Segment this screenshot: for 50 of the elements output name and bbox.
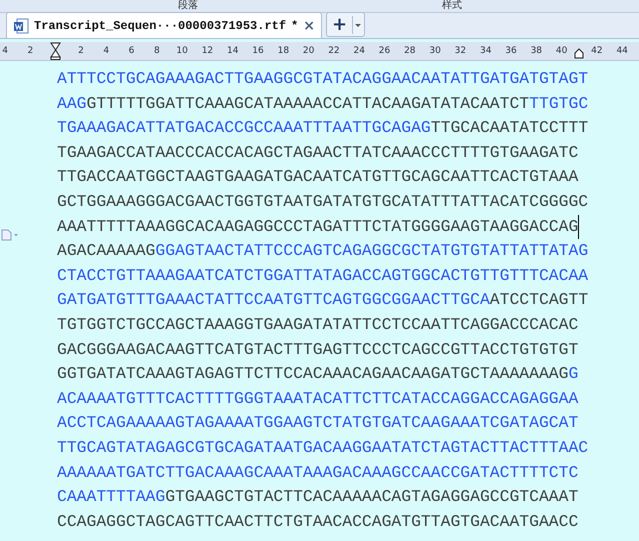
close-button[interactable]: × (303, 18, 315, 34)
sequence-line: ACCTCAGAAAAAGTAGAAAATGGAAGTCTATGTGATCAAGAAATCGATAGCAT (57, 412, 578, 434)
ruler-number: 22 (327, 46, 341, 56)
sequence-line: ATTTCCTGCAGAAAGACTTGAAGGCGTATACAGGAACAATATTGATGATGTAGT (57, 68, 588, 90)
sequence-line: CTACCTGTTAAAGAATCATCTGGATTATAGACCAGTGGCACTGTTGTTTCACAA (57, 264, 588, 287)
ruler-number: 16 (251, 46, 265, 56)
document-tab[interactable]: Transcript_Sequen···00000371953.rtf * × (6, 12, 322, 38)
ruler-number: 26 (378, 46, 392, 56)
sequence-line: GACGGGAAGACAAGTTCATGTACTTTGAGTTCCCTCAGCCGTTACCTGTGTGT (57, 338, 578, 361)
sequence-line: TTGACCAATGGCTAAGTGAAGATGACAATCATGTTGCAGCAATTCACTGTAAA (57, 166, 578, 188)
ruler-number: 38 (530, 46, 544, 56)
ruler-number: 2 (77, 46, 85, 56)
ruler-number: 4 (1, 46, 9, 56)
sequence-line: AAATTTTTAAAGGCACAAGAGGCCCTAGATTTCTATGGGGAAGTAAGGACCAG (57, 214, 580, 240)
sequence-line: TGAAAGACATTATGACACCGCCAAATTTAATTGCAGAGTTGCACAATATCCTTT (57, 117, 588, 140)
ruler-number: 2 (26, 46, 34, 56)
ribbon-group-label: 样式 (442, 0, 462, 12)
ruler-number: 12 (200, 46, 214, 56)
ruler-number: 30 (428, 46, 442, 56)
ruler-number: 18 (276, 46, 290, 56)
ruler-number: 42 (590, 46, 604, 56)
ruler-number: 44 (615, 46, 629, 56)
ruler-number: 10 (175, 46, 189, 56)
ruler-number: 36 (504, 46, 518, 56)
ruler-number: 40 (554, 46, 568, 56)
ruler-number: 32 (454, 46, 468, 56)
ruler-number: 8 (152, 46, 161, 56)
modified-mark: * (291, 18, 298, 32)
sequence-line: AAGGTTTTTGGATTCAAAGCATAAAAACCATTACAAGATATACAATCTTTGTGC (57, 92, 588, 115)
sequence-line: TGTGGTCTGCCAGCTAAAGGTGAAGATATATTCCTCCAATTCAGGACCCACAC (57, 314, 578, 336)
document-icon (13, 18, 29, 34)
sequence-line: GGTGATATCAAAGTAGAGTTCTTCCACAAACAGAACAAGATGCTAAAAAAAGG (57, 363, 578, 386)
sequence-line: CCAGAGGCTAGCAGTTCAACTTCTGTAACACCAGATGTTAGTGACAATGAACC (57, 510, 578, 533)
ruler-number: 14 (226, 46, 240, 56)
ruler-number: 6 (128, 46, 136, 56)
sequence-line: TGAAGACCATAACCCACCACAGCTAGAACTTATCAAACCCTTTTGTGAAGATC (57, 142, 578, 164)
sequence-line: GCTGGAAAGGGACGAACTGGTGTAATGATATGTGCATATTTATTACATCGGGGC (57, 190, 588, 213)
ruler-number: 34 (478, 46, 492, 56)
sequence-line: GATGATGTTTGAAACTATTCCAATGTTCAGTGGCGGAACTTGCAATCCTCAGTT (57, 289, 588, 312)
tab-title: Transcript_Sequen···00000371953.rtf (34, 18, 286, 32)
sequence-line: TTGCAGTATAGAGCGTGCAGATAATGACAAGGAATATCTAGTACTTACTTTAAC (57, 436, 588, 459)
sequence-line: AAAAAATGATCTTGACAAAGCAAATAAAGACAAAGCCAACCGATACTTTTCTC (57, 462, 578, 484)
sequence-line: CAAATTTTAAGGTGAAGCTGTACTTCACAAAAACAGTAGAGGAGCCGTCAAAT (57, 486, 578, 508)
ruler-number: 20 (302, 46, 316, 56)
ribbon-group-label: 段落 (178, 0, 198, 12)
ruler-number: 24 (352, 46, 366, 56)
ruler-number: 28 (403, 46, 417, 56)
sequence-line: ACAAAATGTTTCACTTTTGGGTAAATACATTCTTCATACCAGGACCAGAGGAA (57, 388, 578, 410)
sequence-line: AGACAAAAAGGGAGTAACTATTCCCAGTCAGAGGCGCTATGTGTATTATTATAG (57, 240, 588, 262)
ruler-number: 4 (102, 46, 110, 56)
